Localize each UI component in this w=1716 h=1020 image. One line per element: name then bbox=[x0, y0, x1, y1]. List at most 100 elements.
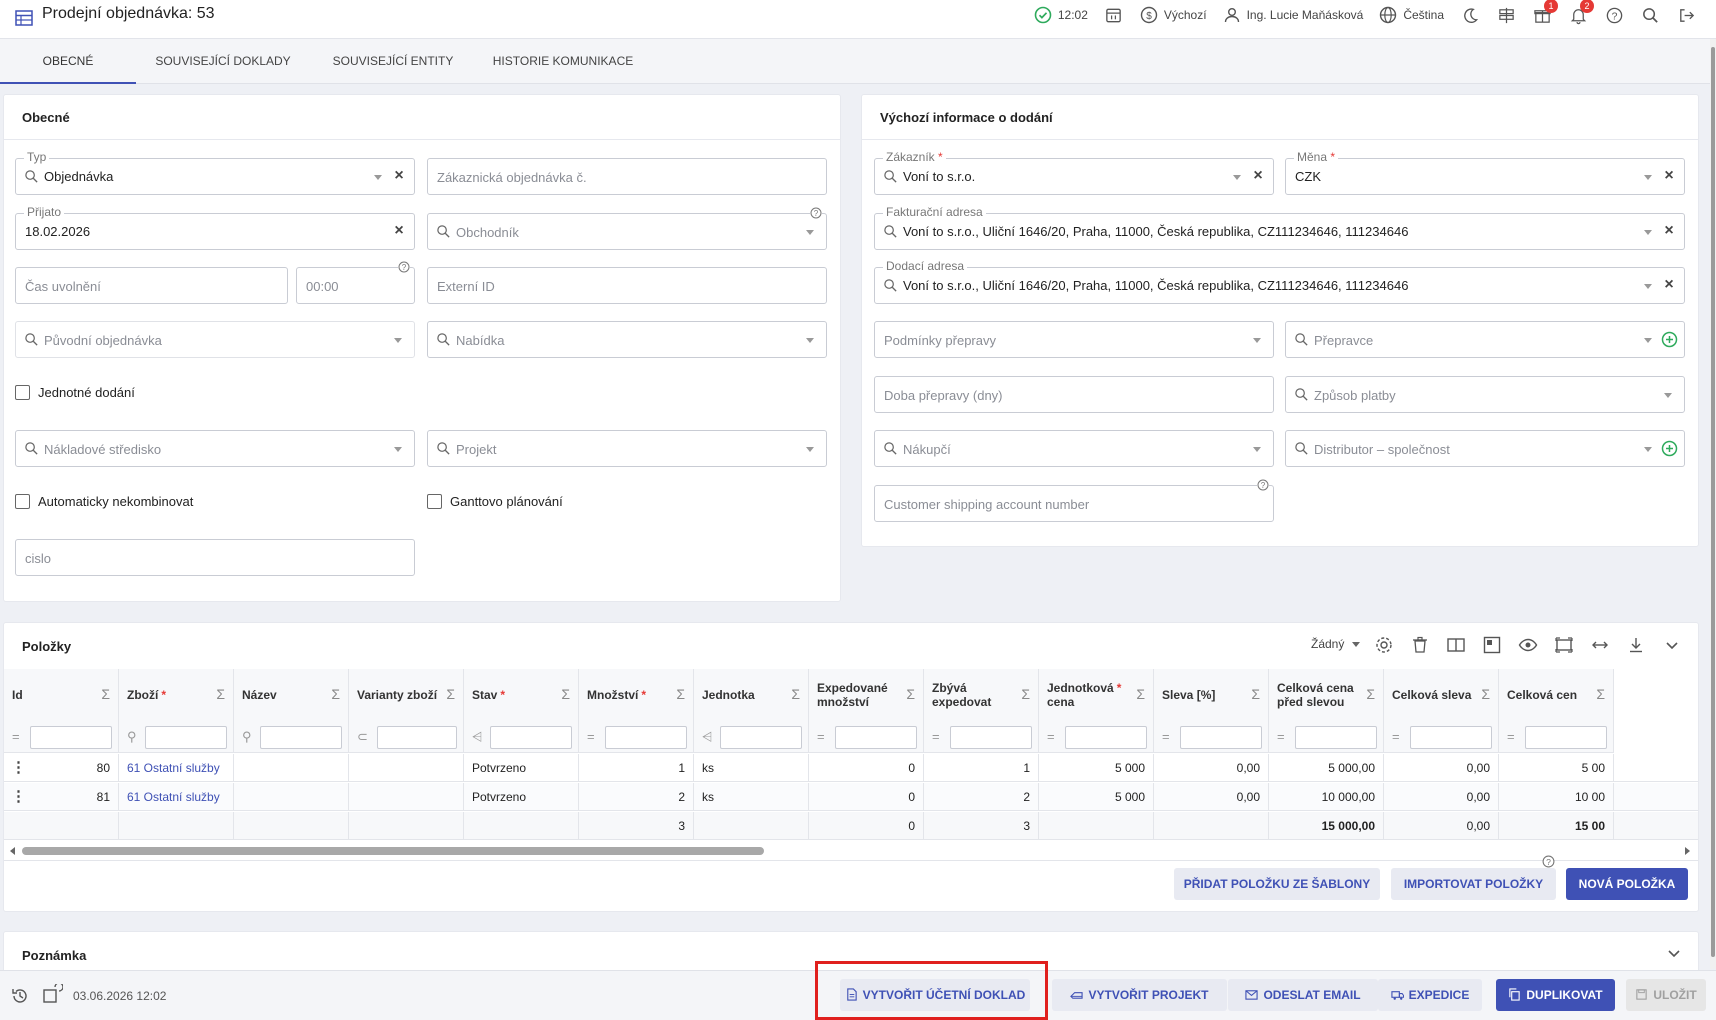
warehouse-selector[interactable]: $ Výchozí bbox=[1140, 6, 1207, 24]
chevron-down-icon[interactable] bbox=[806, 447, 814, 452]
signpost-button[interactable] bbox=[1496, 5, 1516, 25]
chevron-down-icon[interactable] bbox=[1664, 943, 1684, 963]
filter-input[interactable] bbox=[1525, 726, 1607, 749]
dodaci-adresa-field[interactable]: Dodací adresa Voní to s.r.o., Uliční 164… bbox=[874, 259, 1685, 304]
trash-icon[interactable] bbox=[1410, 635, 1430, 655]
obchodnik-field[interactable]: Obchodník ? bbox=[427, 207, 827, 250]
chevron-down-icon[interactable] bbox=[1644, 175, 1652, 180]
sigma-icon[interactable]: Σ bbox=[1481, 686, 1490, 702]
clear-icon[interactable]: × bbox=[1661, 277, 1677, 293]
logout-button[interactable] bbox=[1676, 5, 1696, 25]
duplicate-button[interactable]: DUPLIKOVAT bbox=[1496, 979, 1615, 1011]
columns-icon[interactable] bbox=[1446, 635, 1466, 655]
checkbox-box[interactable] bbox=[427, 494, 442, 509]
table-row[interactable]: 80 61 Ostatní služby Potvrzeno 1 ks 0 1 5 000 0,… bbox=[4, 754, 1698, 782]
eye-icon[interactable] bbox=[1518, 635, 1538, 655]
filter-input[interactable] bbox=[145, 726, 227, 749]
nakladove-stredisko-field[interactable]: Nákladové středisko bbox=[15, 430, 415, 467]
column-header[interactable]: Název Σ bbox=[234, 669, 349, 721]
filter-icon[interactable]: ⩤ bbox=[472, 729, 482, 745]
tab-historie-komunikace[interactable]: HISTORIE KOMUNIKACE bbox=[488, 39, 638, 84]
sigma-icon[interactable]: Σ bbox=[561, 686, 570, 702]
filter-input[interactable] bbox=[835, 726, 917, 749]
sigma-icon[interactable]: Σ bbox=[1366, 686, 1375, 702]
sigma-icon[interactable]: Σ bbox=[216, 686, 225, 702]
sigma-icon[interactable]: Σ bbox=[446, 686, 455, 702]
dark-mode-button[interactable] bbox=[1460, 5, 1480, 25]
clear-icon[interactable]: × bbox=[1250, 168, 1266, 184]
expand-horizontal-icon[interactable] bbox=[1590, 635, 1610, 655]
gear-icon[interactable] bbox=[1374, 635, 1394, 655]
column-header[interactable]: Množství * Σ bbox=[579, 669, 694, 721]
typ-field[interactable]: Typ Objednávka × bbox=[15, 150, 415, 195]
product-link[interactable]: 61 Ostatní služby bbox=[119, 754, 234, 782]
chevron-down-icon[interactable] bbox=[806, 338, 814, 343]
filter-input[interactable] bbox=[260, 726, 342, 749]
page-scrollbar-thumb[interactable] bbox=[1711, 47, 1715, 957]
equals-icon[interactable]: = bbox=[12, 729, 20, 744]
fit-screen-icon[interactable] bbox=[1554, 635, 1574, 655]
clock-status[interactable]: 12:02 bbox=[1034, 6, 1088, 24]
filter-input[interactable] bbox=[30, 726, 112, 749]
equals-icon[interactable]: = bbox=[817, 729, 825, 744]
tab-obecne[interactable]: OBECNÉ bbox=[0, 39, 136, 84]
table-horizontal-scrollbar[interactable] bbox=[8, 844, 1698, 858]
chevron-down-icon[interactable] bbox=[806, 230, 814, 235]
help-button[interactable]: ? bbox=[1604, 5, 1624, 25]
chevron-down-icon[interactable] bbox=[1233, 175, 1241, 180]
cas-uvolneni-input[interactable]: Čas uvolnění bbox=[15, 267, 288, 304]
create-accounting-document-button[interactable]: VYTVOŘIT ÚČETNÍ DOKLAD bbox=[840, 979, 1030, 1011]
language-selector[interactable]: Čeština bbox=[1379, 6, 1444, 24]
scrollbar-thumb[interactable] bbox=[22, 847, 764, 855]
nakupci-field[interactable]: Nákupčí bbox=[874, 430, 1274, 467]
equals-icon[interactable]: = bbox=[1392, 729, 1400, 744]
externi-id-input[interactable]: Externí ID bbox=[427, 267, 827, 304]
page-scrollbar[interactable] bbox=[1710, 39, 1716, 969]
help-icon[interactable]: ? bbox=[810, 207, 822, 219]
filter-input[interactable] bbox=[1180, 726, 1262, 749]
zakaznik-field[interactable]: Zákazník * Voní to s.r.o. × bbox=[874, 150, 1274, 195]
mena-field[interactable]: Měna * CZK × bbox=[1285, 150, 1685, 195]
column-header[interactable]: Zboží * Σ bbox=[119, 669, 234, 721]
tab-souvisejici-doklady[interactable]: SOUVISEJÍCÍ DOKLADY bbox=[148, 39, 298, 84]
sigma-icon[interactable]: Σ bbox=[791, 686, 800, 702]
column-header[interactable]: Jednotková * cena Σ bbox=[1039, 669, 1154, 721]
column-header[interactable]: Stav * Σ bbox=[464, 669, 579, 721]
search-button[interactable] bbox=[1640, 5, 1660, 25]
scroll-left-icon[interactable] bbox=[10, 847, 15, 855]
row-menu-icon[interactable]: ⋮ bbox=[11, 754, 26, 782]
filter-input[interactable] bbox=[1065, 726, 1147, 749]
equals-icon[interactable]: = bbox=[587, 729, 595, 744]
equals-icon[interactable]: ⊂ bbox=[357, 729, 368, 745]
edit-history-icon[interactable] bbox=[41, 984, 63, 1006]
history-icon[interactable] bbox=[10, 986, 30, 1006]
create-project-button[interactable]: VYTVOŘIT PROJEKT bbox=[1052, 979, 1227, 1011]
sigma-icon[interactable]: Σ bbox=[1596, 686, 1605, 702]
chevron-down-icon[interactable] bbox=[1253, 338, 1261, 343]
zpusob-platby-field[interactable]: Způsob platby bbox=[1285, 376, 1685, 413]
expedice-button[interactable]: EXPEDICE bbox=[1378, 979, 1482, 1011]
search-icon[interactable]: ⚲ bbox=[242, 729, 252, 745]
jednotne-dodani-checkbox[interactable]: Jednotné dodání bbox=[15, 385, 135, 400]
column-header[interactable]: Celková sleva Σ bbox=[1384, 669, 1499, 721]
chevron-down-icon[interactable] bbox=[394, 338, 402, 343]
chevron-down-icon[interactable] bbox=[394, 447, 402, 452]
import-items-button[interactable]: IMPORTOVAT POLOŽKY bbox=[1391, 868, 1556, 900]
calendar-button[interactable] bbox=[1104, 5, 1124, 25]
gift-button[interactable]: 1 bbox=[1532, 0, 1558, 25]
equals-icon[interactable]: = bbox=[932, 729, 940, 744]
fakturacni-adresa-field[interactable]: Fakturační adresa Voní to s.r.o., Uliční… bbox=[874, 205, 1685, 250]
download-icon[interactable] bbox=[1626, 635, 1646, 655]
filter-input[interactable] bbox=[720, 726, 802, 749]
column-header[interactable]: Zbývá expedovat Σ bbox=[924, 669, 1039, 721]
clear-icon[interactable]: × bbox=[391, 223, 407, 239]
automaticky-nekombinovat-checkbox[interactable]: Automaticky nekombinovat bbox=[15, 494, 193, 509]
customer-shipping-account-input[interactable]: Customer shipping account number ? bbox=[874, 479, 1274, 522]
sigma-icon[interactable]: Σ bbox=[906, 686, 915, 702]
cislo-input[interactable]: cislo bbox=[15, 539, 415, 576]
puvodni-objednavka-field[interactable]: Původní objednávka bbox=[15, 321, 415, 358]
filter-input[interactable] bbox=[490, 726, 572, 749]
checkbox-box[interactable] bbox=[15, 385, 30, 400]
checkbox-box[interactable] bbox=[15, 494, 30, 509]
add-circle-icon[interactable] bbox=[1661, 440, 1678, 457]
